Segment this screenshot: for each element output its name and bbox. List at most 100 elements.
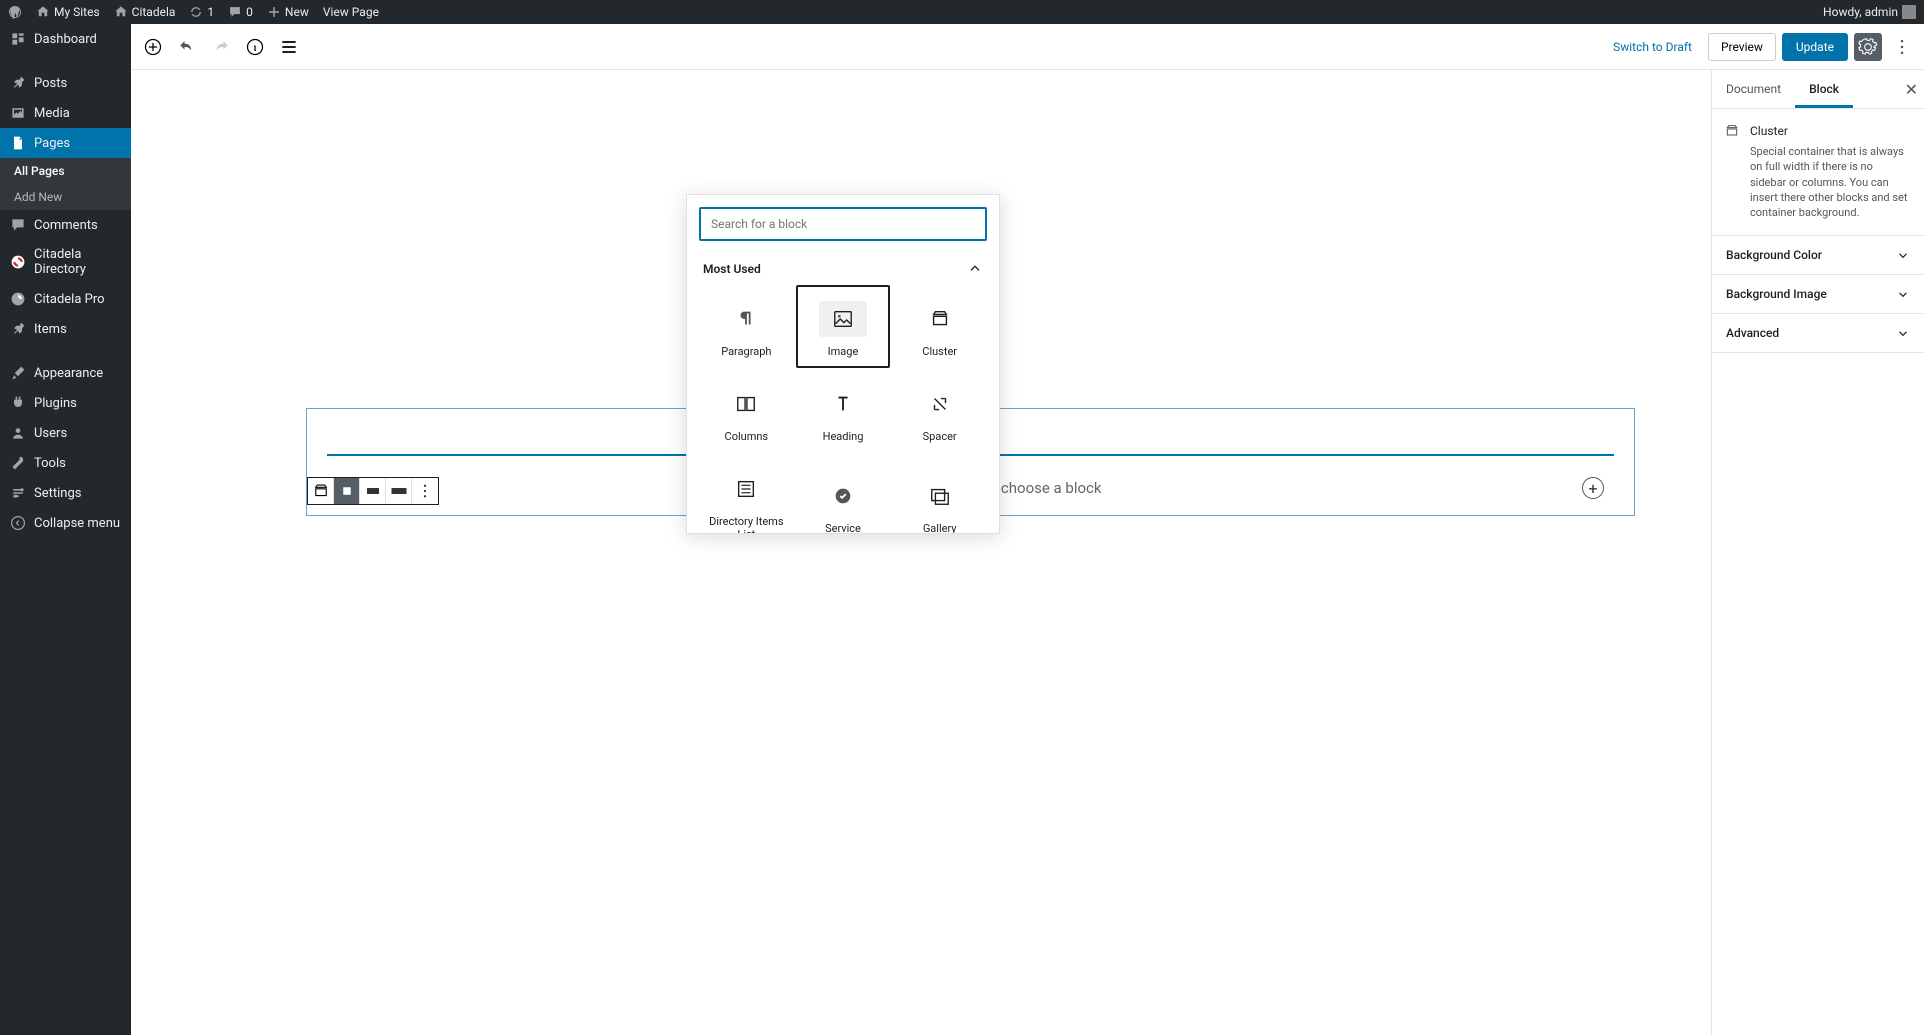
align-wide-button[interactable] bbox=[360, 478, 386, 504]
submenu-pages: All Pages Add New bbox=[0, 158, 131, 210]
editor-header: Switch to Draft Preview Update bbox=[131, 24, 1924, 70]
menu-settings-label: Settings bbox=[34, 486, 81, 501]
block-item-gallery[interactable]: Gallery bbox=[892, 455, 987, 533]
menu-dashboard-label: Dashboard bbox=[34, 32, 97, 47]
cluster-icon bbox=[1724, 123, 1740, 139]
panel-label: Background Image bbox=[1726, 287, 1827, 301]
submenu-all-pages[interactable]: All Pages bbox=[0, 158, 131, 184]
my-sites-link[interactable]: My Sites bbox=[36, 5, 100, 19]
block-item-spacer[interactable]: Spacer bbox=[892, 370, 987, 453]
category-most-used[interactable]: Most Used bbox=[699, 253, 987, 285]
inline-inserter-button[interactable]: + bbox=[1582, 477, 1604, 499]
comments-link[interactable]: 0 bbox=[228, 5, 253, 19]
block-type-button[interactable] bbox=[308, 478, 334, 504]
menu-items[interactable]: Items bbox=[0, 314, 131, 344]
block-toolbar bbox=[307, 477, 439, 505]
view-page-link[interactable]: View Page bbox=[323, 5, 379, 19]
chevron-down-icon bbox=[1896, 248, 1910, 262]
site-name-link[interactable]: Citadela bbox=[114, 5, 176, 19]
menu-plugins[interactable]: Plugins bbox=[0, 388, 131, 418]
align-full-button[interactable] bbox=[386, 478, 412, 504]
submenu-add-new[interactable]: Add New bbox=[0, 184, 131, 210]
block-desc-text: Special container that is always on full… bbox=[1750, 144, 1910, 221]
heading-icon bbox=[832, 393, 854, 415]
admin-sidebar: Dashboard Posts Media Pages All Pages Ad… bbox=[0, 24, 131, 1035]
menu-plugins-label: Plugins bbox=[34, 396, 77, 411]
more-options-button[interactable] bbox=[1888, 33, 1916, 61]
new-label: New bbox=[285, 5, 309, 19]
menu-pages[interactable]: Pages bbox=[0, 128, 131, 158]
block-item-service[interactable]: Service bbox=[796, 455, 891, 533]
menu-dashboard[interactable]: Dashboard bbox=[0, 24, 131, 54]
block-more-button[interactable] bbox=[412, 478, 438, 504]
directory-list-icon bbox=[735, 478, 757, 500]
tab-document[interactable]: Document bbox=[1712, 70, 1795, 108]
block-item-directory-items[interactable]: Directory Items List bbox=[699, 455, 794, 533]
chevron-down-icon bbox=[1896, 326, 1910, 340]
block-item-columns[interactable]: Columns bbox=[699, 370, 794, 453]
columns-icon bbox=[735, 393, 757, 415]
block-item-paragraph[interactable]: Paragraph bbox=[699, 285, 794, 368]
tab-block[interactable]: Block bbox=[1795, 70, 1853, 108]
view-page-label: View Page bbox=[323, 5, 379, 19]
paragraph-icon bbox=[735, 308, 757, 330]
block-item-heading[interactable]: Heading bbox=[796, 370, 891, 453]
cluster-icon bbox=[929, 308, 951, 330]
block-inserter-popover: Most Used Paragraph Image Cluster Column… bbox=[686, 194, 1000, 534]
menu-items-label: Items bbox=[34, 322, 67, 337]
menu-collapse-label: Collapse menu bbox=[34, 516, 120, 531]
image-icon bbox=[832, 308, 854, 330]
editor-canvas[interactable]: + Start writing or type / to choose a bl… bbox=[131, 70, 1705, 1035]
switch-draft-button[interactable]: Switch to Draft bbox=[1603, 34, 1702, 60]
redo-button[interactable] bbox=[207, 33, 235, 61]
undo-button[interactable] bbox=[173, 33, 201, 61]
category-label: Most Used bbox=[703, 262, 761, 276]
settings-toggle-button[interactable] bbox=[1854, 33, 1882, 61]
menu-media[interactable]: Media bbox=[0, 98, 131, 128]
menu-appearance-label: Appearance bbox=[34, 366, 103, 381]
howdy-link[interactable]: Howdy, admin bbox=[1823, 5, 1916, 19]
menu-users[interactable]: Users bbox=[0, 418, 131, 448]
updates-count: 1 bbox=[207, 5, 214, 19]
menu-citadela-directory-label: Citadela Directory bbox=[34, 247, 121, 277]
panel-label: Advanced bbox=[1726, 326, 1779, 340]
howdy-label: Howdy, admin bbox=[1823, 5, 1898, 19]
panel-background-color[interactable]: Background Color bbox=[1712, 236, 1924, 275]
menu-comments[interactable]: Comments bbox=[0, 210, 131, 240]
panel-label: Background Color bbox=[1726, 248, 1822, 262]
menu-settings[interactable]: Settings bbox=[0, 478, 131, 508]
update-button[interactable]: Update bbox=[1782, 33, 1848, 61]
block-item-cluster[interactable]: Cluster bbox=[892, 285, 987, 368]
menu-appearance[interactable]: Appearance bbox=[0, 358, 131, 388]
align-left-button[interactable] bbox=[334, 478, 360, 504]
menu-posts[interactable]: Posts bbox=[0, 68, 131, 98]
menu-tools[interactable]: Tools bbox=[0, 448, 131, 478]
menu-collapse[interactable]: Collapse menu bbox=[0, 508, 131, 538]
menu-citadela-pro[interactable]: Citadela Pro bbox=[0, 284, 131, 314]
avatar bbox=[1902, 5, 1916, 19]
wp-logo[interactable] bbox=[8, 5, 22, 19]
menu-comments-label: Comments bbox=[34, 218, 98, 233]
menu-citadela-directory[interactable]: Citadela Directory bbox=[0, 240, 131, 284]
menu-tools-label: Tools bbox=[34, 456, 66, 471]
panel-advanced[interactable]: Advanced bbox=[1712, 314, 1924, 353]
chevron-down-icon bbox=[1896, 287, 1910, 301]
block-nav-button[interactable] bbox=[275, 33, 303, 61]
block-description: Cluster Special container that is always… bbox=[1712, 109, 1924, 236]
site-name-label: Citadela bbox=[132, 5, 176, 19]
spacer-icon bbox=[929, 393, 951, 415]
admin-bar: My Sites Citadela 1 0 New View Page Howd… bbox=[0, 0, 1924, 24]
content-info-button[interactable] bbox=[241, 33, 269, 61]
close-settings-button[interactable]: ✕ bbox=[1905, 80, 1918, 99]
service-icon bbox=[832, 485, 854, 507]
panel-background-image[interactable]: Background Image bbox=[1712, 275, 1924, 314]
new-link[interactable]: New bbox=[267, 5, 309, 19]
updates-link[interactable]: 1 bbox=[189, 5, 214, 19]
block-item-image[interactable]: Image bbox=[796, 285, 891, 368]
chevron-up-icon bbox=[967, 261, 983, 277]
preview-button[interactable]: Preview bbox=[1708, 33, 1776, 61]
add-block-button[interactable] bbox=[139, 33, 167, 61]
comments-count: 0 bbox=[246, 5, 253, 19]
settings-tabs: Document Block ✕ bbox=[1712, 70, 1924, 109]
block-search-input[interactable] bbox=[699, 207, 987, 241]
